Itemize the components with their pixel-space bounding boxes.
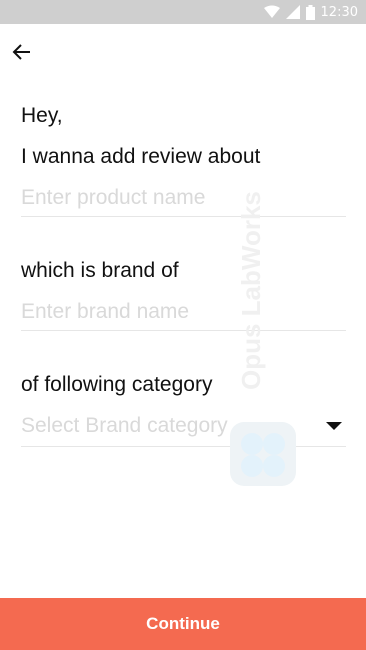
arrow-left-icon: [12, 42, 32, 67]
status-bar: 12:30: [0, 0, 366, 24]
brand-label: which is brand of: [21, 259, 179, 282]
product-name-input[interactable]: [21, 180, 346, 217]
status-time: 12:30: [320, 4, 358, 20]
signal-icon: [285, 5, 300, 19]
category-label: of following category: [21, 373, 213, 396]
back-button[interactable]: [8, 40, 36, 68]
watermark-text: Opus LabWorks: [236, 191, 266, 390]
brand-name-input[interactable]: [21, 294, 346, 331]
status-icons: 12:30: [263, 0, 358, 24]
greeting-text: Hey,: [21, 104, 63, 127]
continue-button[interactable]: Continue: [0, 598, 366, 650]
category-select-placeholder: Select Brand category: [21, 414, 228, 437]
brand-category-select[interactable]: Select Brand category: [21, 406, 346, 447]
product-label: I wanna add review about: [21, 145, 261, 168]
wifi-icon: [263, 5, 280, 19]
battery-icon: [305, 4, 315, 20]
dropdown-caret-icon: [326, 422, 342, 430]
